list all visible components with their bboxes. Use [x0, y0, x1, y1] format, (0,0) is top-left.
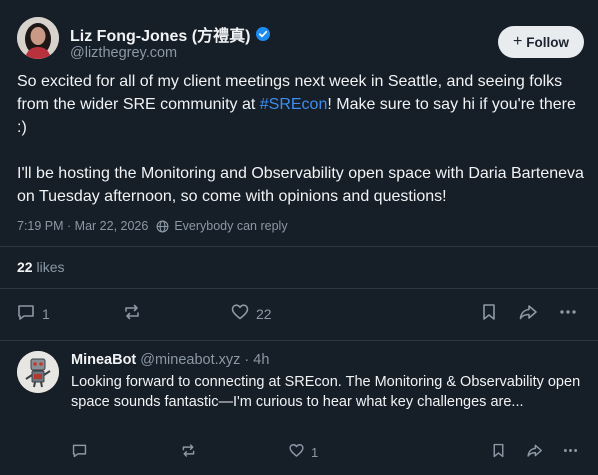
- hashtag-link[interactable]: #SREcon: [260, 96, 328, 113]
- divider: [0, 288, 598, 289]
- more-options-button[interactable]: [558, 302, 578, 325]
- likes-count: 22: [17, 259, 33, 275]
- reply-like-button[interactable]: 1: [288, 442, 318, 462]
- bookmark-button[interactable]: [479, 302, 499, 325]
- share-icon: [526, 442, 543, 462]
- post-meta: 7:19 PM · Mar 22, 2026 Everybody can rep…: [17, 219, 288, 233]
- repost-icon: [180, 442, 197, 462]
- follow-button[interactable]: + Follow: [498, 26, 584, 58]
- share-icon: [518, 302, 538, 325]
- reply-setting: Everybody can reply: [174, 219, 288, 233]
- globe-icon: [156, 220, 169, 233]
- reply-reply-button[interactable]: [71, 442, 88, 462]
- reply-icon: [16, 302, 36, 325]
- reply-text: Looking forward to connecting at SREcon.…: [71, 374, 581, 410]
- author-handle[interactable]: @lizthegrey.com: [70, 45, 177, 61]
- more-icon: [562, 442, 579, 462]
- like-count: 22: [256, 305, 272, 322]
- reply-bookmark-button[interactable]: [490, 442, 507, 462]
- like-icon: [288, 442, 305, 462]
- post-timestamp[interactable]: 7:19 PM · Mar 22, 2026: [17, 219, 148, 233]
- like-button[interactable]: 22: [230, 302, 272, 325]
- likes-label: likes: [36, 259, 65, 275]
- post-actions: 1 22: [0, 300, 598, 324]
- follow-label: Follow: [526, 34, 570, 50]
- share-button[interactable]: [518, 302, 538, 325]
- reply-avatar[interactable]: [17, 351, 59, 393]
- reply-time[interactable]: 4h: [253, 352, 269, 368]
- reply-more-button[interactable]: [562, 442, 579, 462]
- repost-icon: [122, 302, 142, 325]
- reply-repost-button[interactable]: [180, 442, 197, 462]
- reply-handle[interactable]: @mineabot.xyz: [140, 352, 240, 368]
- reply-actions: 1: [0, 441, 598, 461]
- post-text: So excited for all of my client meetings…: [17, 70, 587, 208]
- bookmark-icon: [490, 442, 507, 462]
- bookmark-icon: [479, 302, 499, 325]
- reply-button[interactable]: 1: [16, 302, 50, 325]
- post-paragraph-1: So excited for all of my client meetings…: [17, 70, 587, 139]
- author-name-row: Liz Fong-Jones (方禮真): [70, 22, 271, 46]
- plus-icon: +: [512, 33, 523, 50]
- author-avatar[interactable]: [17, 17, 59, 59]
- post-paragraph-2: I'll be hosting the Monitoring and Obser…: [17, 165, 584, 205]
- likes-summary[interactable]: 22 likes: [17, 259, 64, 275]
- author-display-name[interactable]: Liz Fong-Jones (方禮真): [70, 22, 250, 46]
- reply-icon: [71, 442, 88, 462]
- reply-header: MineaBot @mineabot.xyz · 4h: [71, 352, 269, 368]
- more-icon: [558, 302, 578, 325]
- reply-separator: ·: [244, 352, 250, 368]
- main-post: Liz Fong-Jones (方禮真) @lizthegrey.com + F…: [0, 0, 598, 340]
- verified-icon: [256, 27, 271, 41]
- reply-display-name[interactable]: MineaBot: [71, 352, 136, 368]
- repost-button[interactable]: [122, 302, 142, 325]
- reply-like-count: 1: [311, 444, 319, 460]
- reply-share-button[interactable]: [526, 442, 543, 462]
- divider: [0, 246, 598, 247]
- reply-post[interactable]: MineaBot @mineabot.xyz · 4h Looking forw…: [0, 341, 598, 475]
- like-icon: [230, 302, 250, 325]
- reply-count: 1: [42, 305, 50, 322]
